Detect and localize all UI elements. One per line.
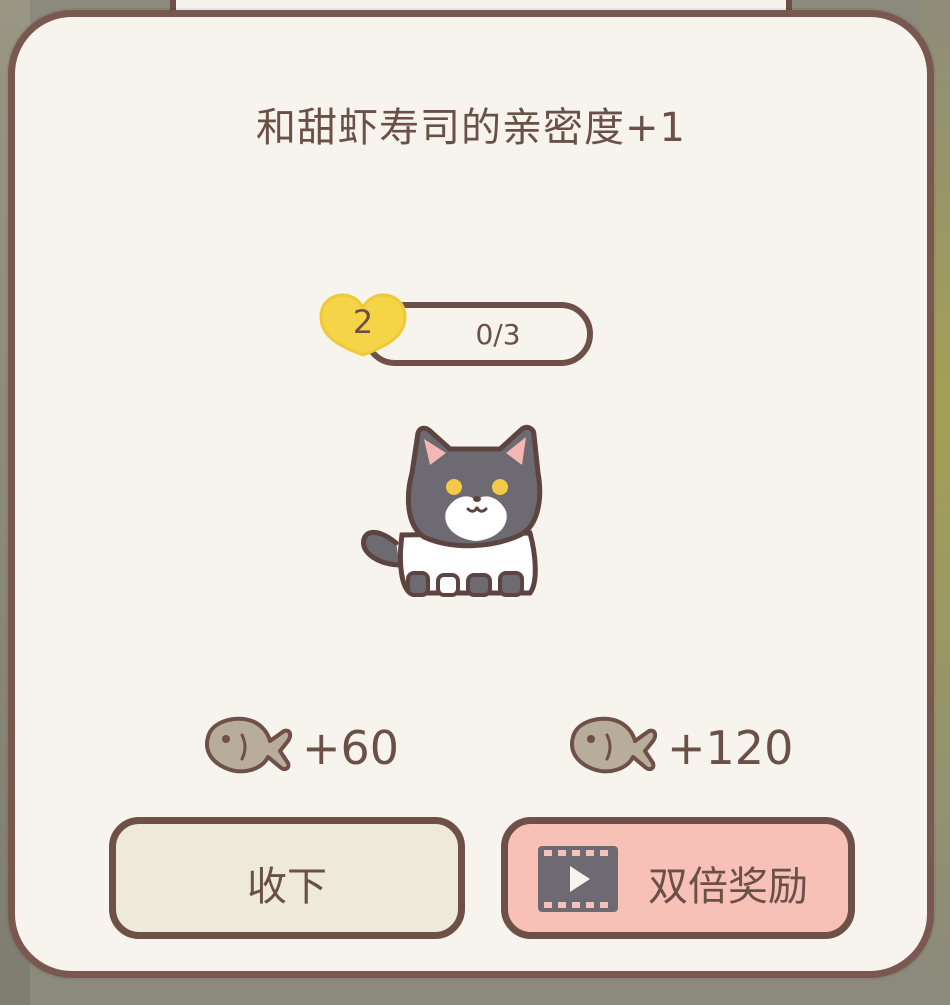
double-reward-button-label: 双倍奖励 — [648, 864, 808, 910]
video-play-icon — [536, 844, 620, 914]
affinity-progress-text: 0/3 — [475, 318, 521, 351]
cat-character — [350, 415, 580, 615]
collect-button[interactable]: 收下 — [109, 817, 465, 939]
fish-icon — [565, 707, 660, 787]
reward-double-amount: +120 — [667, 721, 794, 775]
dialog-title: 和甜虾寿司的亲密度+1 — [256, 105, 686, 151]
double-reward-button[interactable]: 双倍奖励 — [501, 817, 855, 939]
fish-icon — [200, 707, 295, 787]
affinity-meter: 0/3 2 — [313, 289, 603, 379]
heart-icon: 2 — [313, 289, 413, 361]
reward-normal: +60 — [200, 707, 420, 797]
reward-double: +120 — [565, 707, 825, 797]
reward-dialog: 和甜虾寿司的亲密度+1 0/3 2 +60 +120 收下 双倍奖励 — [8, 10, 934, 978]
affinity-level: 2 — [352, 303, 374, 341]
collect-button-label: 收下 — [247, 864, 327, 910]
reward-normal-amount: +60 — [302, 721, 400, 775]
